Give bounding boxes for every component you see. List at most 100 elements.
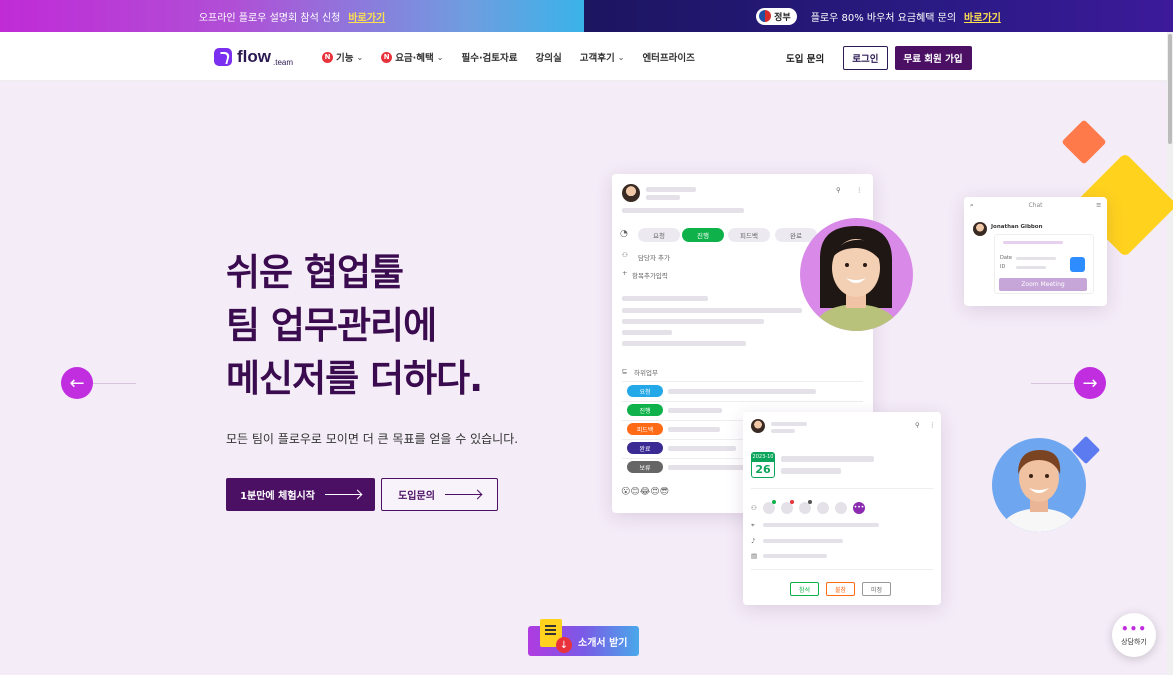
arrow-right-icon: →	[1082, 372, 1098, 394]
placeholder-line	[1003, 241, 1063, 244]
menu-icon: ≡	[1096, 201, 1102, 209]
placeholder-line	[771, 429, 795, 433]
main-nav: flow .team N 기능 ⌄ N 요금·혜택 ⌄ 필수·검토자료 강의실 고객후기…	[0, 32, 1167, 81]
inquiry-link[interactable]: 도입 문의	[786, 51, 824, 65]
banner-offline-seminar: 오프라인 플로우 설명회 참석 신청 바로가기	[0, 0, 584, 32]
subtask-tag-done: 완료	[627, 442, 663, 454]
zoom-meeting-button: Zoom Meeting	[999, 278, 1087, 291]
carousel-next-button[interactable]: →	[1074, 367, 1106, 399]
placeholder-line	[668, 408, 722, 413]
avatar	[751, 419, 765, 433]
placeholder-line	[646, 195, 680, 200]
memo-icon: ▤	[751, 552, 758, 560]
video-camera-icon	[1070, 257, 1085, 272]
placeholder-line	[622, 296, 708, 301]
placeholder-line	[646, 187, 696, 192]
placeholder-line	[622, 341, 746, 346]
arrow-right-icon	[444, 494, 481, 495]
participant-avatar	[817, 502, 829, 514]
man-photo	[992, 438, 1086, 532]
woman-illustration	[814, 226, 899, 331]
placeholder-line	[668, 446, 736, 451]
chat-user-name: Jonathan Gibbon	[991, 224, 1043, 230]
scrollbar-thumb[interactable]	[1168, 34, 1172, 144]
status-pill-progress: 진행	[682, 228, 724, 242]
hero-headline: 쉬운 협업툴 팀 업무관리에 메신저를 더하다.	[226, 246, 483, 405]
nav-item-classroom[interactable]: 강의실	[536, 50, 562, 64]
status-dot	[808, 500, 812, 504]
headline-line-1: 쉬운 협업툴	[226, 251, 404, 294]
plus-icon: +	[622, 269, 628, 277]
nav-actions: 도입 문의 로그인 무료 회원 가입	[786, 46, 972, 70]
attend-button: 참석	[790, 582, 820, 596]
chat-id-label: ID	[1000, 264, 1006, 270]
assignee-label: 담당자 추가	[638, 254, 670, 262]
top-banner: 오프라인 플로우 설명회 참석 신청 바로가기 정부 플로우 80% 바우처 요…	[0, 0, 1173, 32]
banner-right-text: 플로우 80% 바우처 요금혜택 문의	[810, 12, 957, 24]
placeholder-line	[763, 523, 879, 527]
bell-icon: ♪	[751, 537, 756, 545]
chat-card-illustration: ⌕ Chat ≡ Jonathan Gibbon Date ID Zoom Me…	[964, 197, 1107, 306]
chevron-down-icon: ⌄	[617, 52, 625, 62]
status-icon: ◔	[620, 229, 628, 239]
woman-photo	[800, 218, 913, 331]
divider	[622, 401, 863, 402]
status-pill-request: 요청	[638, 228, 680, 242]
undecided-button: 미정	[862, 582, 892, 596]
placeholder-line	[622, 330, 672, 335]
start-trial-button[interactable]: 1분만에 체험시작	[226, 478, 375, 511]
taegeuk-icon	[759, 10, 772, 22]
banner-left-text: 오프라인 플로우 설명회 참석 신청	[198, 12, 341, 24]
banner-left-link[interactable]: 바로가기	[348, 9, 385, 24]
decor-diamond-orange	[1061, 119, 1107, 165]
new-badge: N	[322, 51, 333, 63]
nav-item-features[interactable]: N 기능 ⌄	[322, 50, 363, 64]
subtask-tag-hold: 보류	[627, 461, 663, 473]
location-icon: ⌖	[751, 521, 755, 529]
calendar-date: 2023-10 26	[751, 452, 775, 478]
event-card-illustration: ⚲ ⋮ 2023-10 26 ⚇ ••• ⌖ ♪ ▤ 참석 불참 미정	[743, 412, 941, 605]
headline-line-3: 메신저를 더하다.	[226, 357, 483, 400]
subtask-label: 하위업무	[634, 369, 658, 377]
emoji-reactions: 😮😊😂😍😎	[621, 487, 670, 497]
consult-chat-button[interactable]: ••• 상담하기	[1112, 613, 1156, 657]
person-icon: ⚇	[751, 504, 757, 512]
carousel-next-line	[1031, 383, 1074, 384]
chat-title: Chat	[1028, 202, 1043, 209]
status-dot	[790, 500, 794, 504]
avatar	[973, 222, 987, 236]
divider	[622, 381, 863, 382]
login-button[interactable]: 로그인	[843, 46, 888, 70]
nav-item-reviews[interactable]: 고객후기 ⌄	[580, 50, 625, 65]
nav-item-pricing[interactable]: N 요금·혜택 ⌄	[381, 50, 443, 64]
inquiry-button[interactable]: 도입문의	[381, 478, 498, 511]
subtask-tag-feedback: 피드백	[627, 423, 663, 435]
placeholder-line	[763, 539, 843, 543]
event-month: 2023-10	[752, 453, 774, 462]
status-pill-feedback: 피드백	[728, 228, 770, 242]
placeholder-line	[781, 456, 874, 462]
carousel-prev-button[interactable]: ←	[61, 367, 93, 399]
gov-badge: 정부	[756, 7, 797, 25]
placeholder-line	[622, 308, 802, 313]
decline-button: 불참	[826, 582, 856, 596]
more-icon: ⋮	[856, 186, 863, 194]
placeholder-line	[1016, 266, 1046, 269]
carousel-prev-line	[93, 383, 136, 384]
flow-logo[interactable]: flow .team	[214, 47, 293, 67]
arrow-left-icon: ←	[69, 372, 85, 394]
banner-right-link[interactable]: 바로가기	[964, 9, 1001, 24]
chat-dots-icon: •••	[1120, 621, 1147, 636]
nav-item-enterprise[interactable]: 엔터프라이즈	[642, 50, 694, 64]
placeholder-line	[763, 554, 827, 558]
banner-voucher: 정부 플로우 80% 바우처 요금혜택 문의 바로가기	[584, 0, 1173, 32]
placeholder-line	[622, 319, 764, 324]
status-dot	[772, 500, 776, 504]
placeholder-line	[622, 208, 744, 213]
subtask-tag-request: 요청	[627, 385, 663, 397]
new-badge: N	[381, 51, 393, 63]
signup-button[interactable]: 무료 회원 가입	[894, 46, 972, 70]
pin-icon: ⚲	[915, 421, 920, 429]
nav-item-resources[interactable]: 필수·검토자료	[461, 50, 517, 64]
avatar	[622, 184, 640, 202]
